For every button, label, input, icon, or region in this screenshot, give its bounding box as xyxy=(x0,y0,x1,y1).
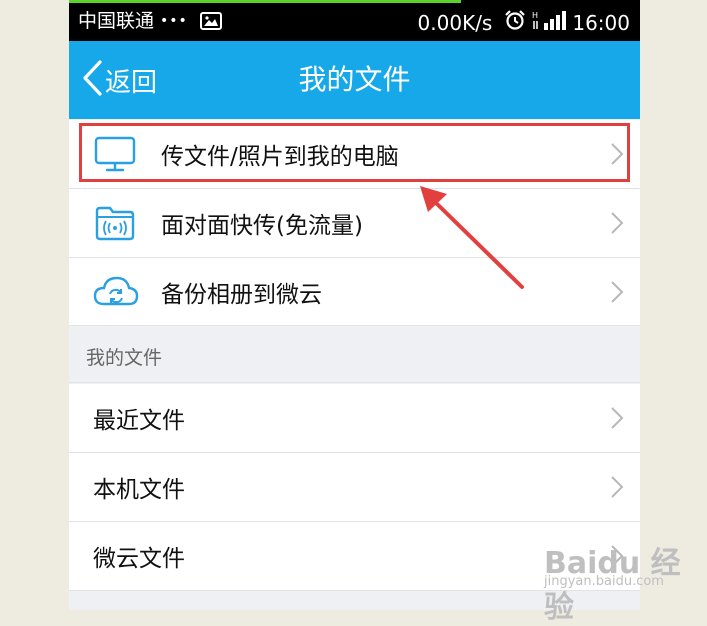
annotation-arrow xyxy=(420,186,524,289)
watermark-url: jingyan.baidu.com xyxy=(544,574,664,589)
watermark: Baidu 经验 jingyan.baidu.com xyxy=(544,530,704,625)
